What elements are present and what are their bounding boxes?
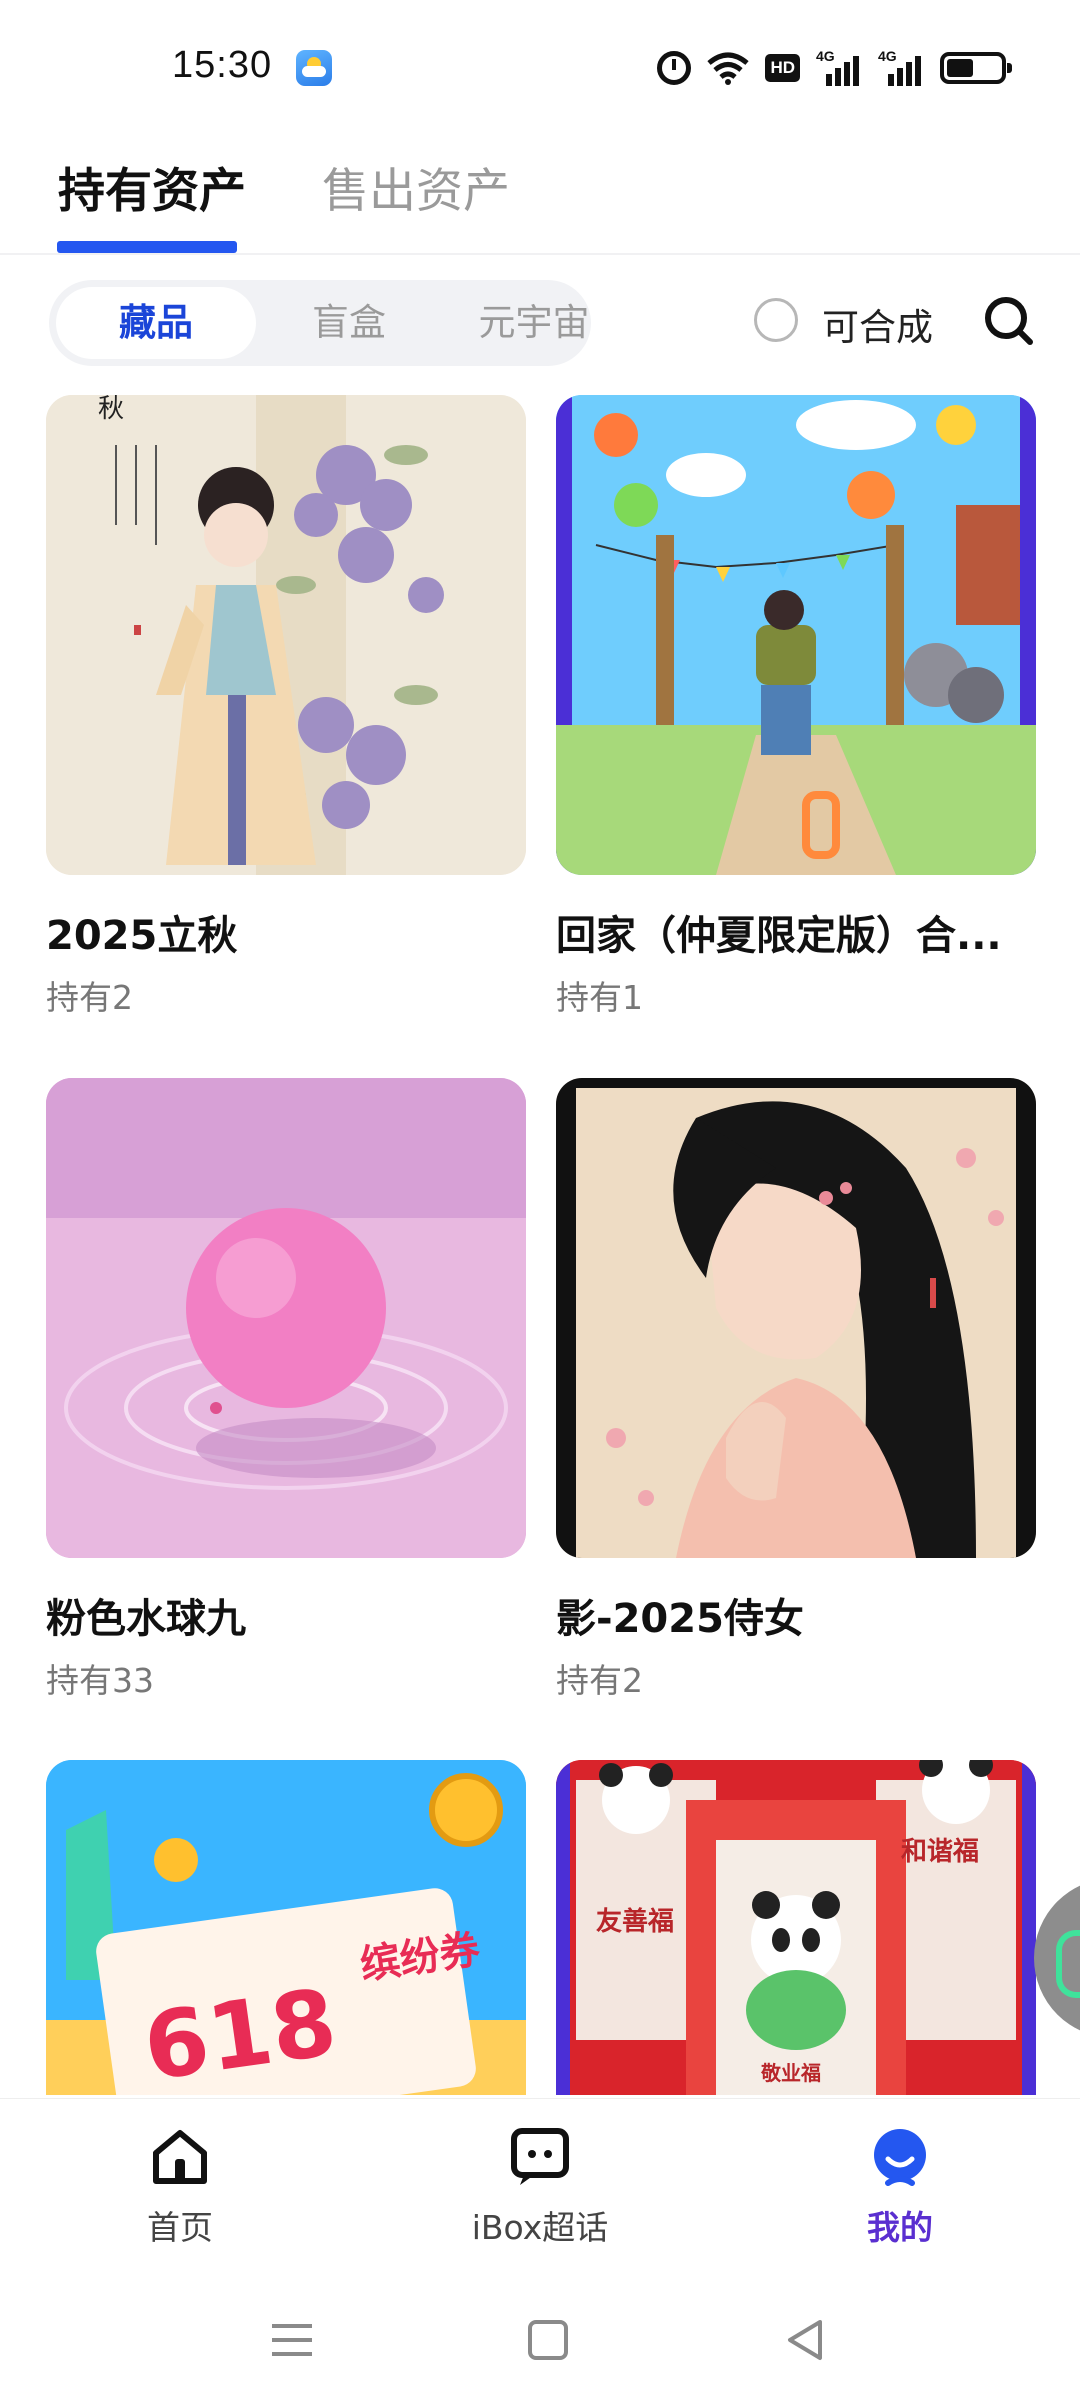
collectible-title: 影-2025侍女: [556, 1596, 804, 1642]
alarm-icon: [657, 51, 692, 85]
collectible-image: [556, 395, 1036, 875]
tab-held-assets[interactable]: 持有资产: [58, 152, 246, 221]
battery-icon: [940, 52, 1012, 84]
collectible-image: 秋: [46, 395, 526, 875]
svg-text:和谐福: 和谐福: [901, 1837, 979, 1867]
collectible-card[interactable]: 影-2025侍女 持有2: [556, 1078, 1036, 1700]
weather-app-icon: [296, 50, 332, 86]
collectible-card[interactable]: 粉色水球九 持有33: [46, 1078, 526, 1700]
collectible-image: 友善福 和谐福 敬业福: [556, 1760, 1036, 2095]
status-time: 15:30: [172, 44, 273, 86]
category-segment: 藏品 盲盒 元宇宙: [49, 280, 591, 366]
collectible-card[interactable]: 秋 2025立秋 持有2: [46, 395, 526, 1017]
collectible-count: 持有1: [556, 978, 643, 1017]
menu-icon[interactable]: [262, 2310, 322, 2370]
status-icons: HD 4G 4G: [657, 48, 1012, 88]
back-icon[interactable]: [776, 2310, 836, 2370]
autumn-girl-illustration: 秋: [46, 395, 526, 875]
asset-tabs: 持有资产 售出资产: [0, 140, 1080, 255]
filter-row: 藏品 盲盒 元宇宙 可合成: [0, 278, 1080, 368]
collectible-image: [556, 1078, 1036, 1558]
svg-text:敬业福: 敬业福: [760, 2061, 821, 2085]
collectible-title: 回家（仲夏限定版）合...: [556, 913, 1002, 959]
nav-home-label: 首页: [147, 2208, 213, 2247]
profile-icon: [874, 2129, 926, 2186]
nav-mine[interactable]: 我的: [800, 2125, 1000, 2249]
svg-text:友善福: 友善福: [596, 1906, 674, 1937]
collectible-count: 持有33: [46, 1661, 154, 1700]
system-navigation-bar: [0, 2268, 1080, 2400]
svg-text:秋: 秋: [98, 395, 124, 424]
618-coupon-illustration: 618 缤纷券: [46, 1760, 526, 2095]
collectible-image: [46, 1078, 526, 1558]
signal-4g-icon: 4G: [816, 48, 862, 86]
pink-water-balloon-illustration: [46, 1078, 526, 1558]
nav-ibox-topics[interactable]: iBox超话: [440, 2125, 640, 2249]
collectible-image: 618 缤纷券: [46, 1760, 526, 2095]
home-icon: [153, 2130, 207, 2184]
chat-icon: [511, 2128, 569, 2185]
panda-blessing-illustration: 友善福 和谐福 敬业福: [556, 1760, 1036, 2095]
collectible-card[interactable]: 618 缤纷券: [46, 1760, 526, 2095]
collectible-card[interactable]: 友善福 和谐福 敬业福: [556, 1760, 1036, 2095]
segment-blind-box[interactable]: 盲盒: [259, 287, 439, 359]
home-square-icon[interactable]: [518, 2310, 578, 2370]
collectible-count: 持有2: [46, 978, 133, 1017]
nav-mine-label: 我的: [867, 2208, 933, 2247]
asset-page: 15:30 HD 4G 4G 持有资产 售出资产 藏品 盲盒 元宇宙 可合成 秋…: [0, 0, 1080, 2400]
search-icon[interactable]: [980, 292, 1036, 348]
nav-home[interactable]: 首页: [80, 2125, 280, 2249]
hd-voice-icon: HD: [765, 54, 800, 82]
nav-ibox-topics-label: iBox超话: [471, 2208, 609, 2247]
collectible-title: 粉色水球九: [46, 1596, 246, 1642]
collectible-grid: 秋 2025立秋 持有2 回家（仲夏限定版）合... 持有1 粉色水球九 持有3…: [0, 395, 1080, 2095]
wifi-icon: [707, 52, 750, 85]
segment-collectibles[interactable]: 藏品: [56, 287, 256, 359]
active-tab-indicator: [57, 241, 237, 253]
collectible-title: 2025立秋: [46, 913, 238, 959]
combinable-radio[interactable]: [754, 298, 798, 342]
segment-metaverse[interactable]: 元宇宙: [444, 287, 624, 359]
homecoming-illustration: [556, 395, 1036, 875]
bottom-nav: 首页 iBox超话 我的: [0, 2098, 1080, 2268]
maiden-portrait-illustration: [556, 1078, 1036, 1558]
tab-sold-assets[interactable]: 售出资产: [322, 152, 510, 221]
combinable-label[interactable]: 可合成: [822, 297, 933, 351]
collectible-card[interactable]: 回家（仲夏限定版）合... 持有1: [556, 395, 1036, 1017]
collectible-count: 持有2: [556, 1661, 643, 1700]
status-bar: 15:30 HD 4G 4G: [0, 0, 1080, 130]
signal-4g-icon: 4G: [878, 48, 924, 86]
